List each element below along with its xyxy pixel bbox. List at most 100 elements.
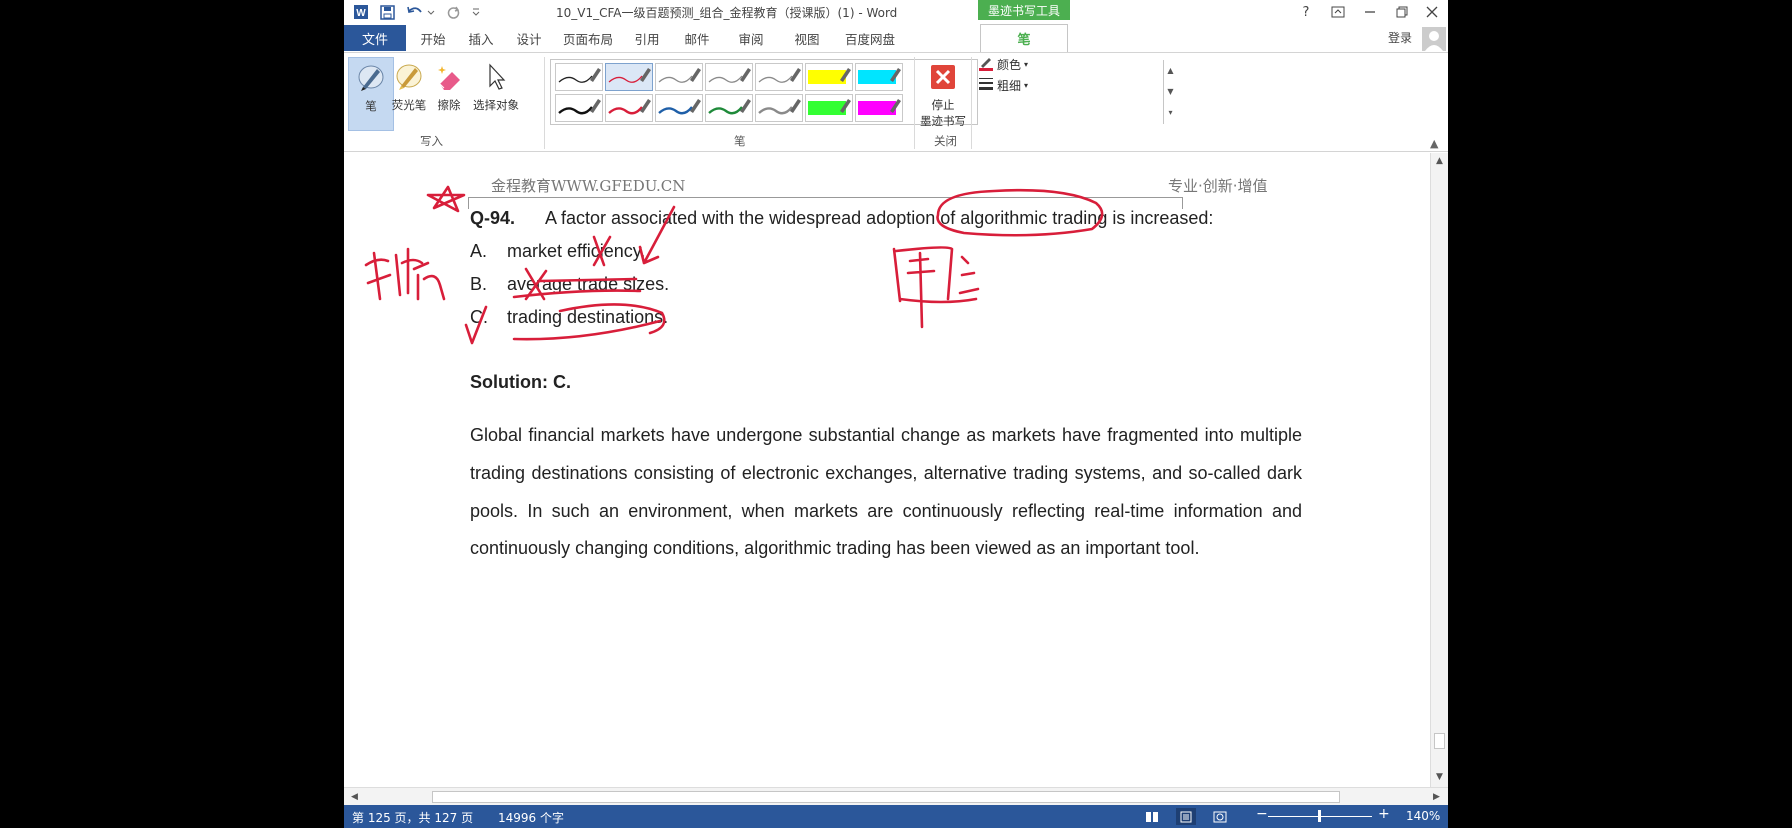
word-window: W 10_V1_CFA一级百题预测_组合_金程教育（授课版）(1) - Word…	[344, 0, 1448, 828]
color-dropdown-icon: ▾	[1024, 60, 1029, 69]
pen-swatch[interactable]	[705, 94, 753, 122]
ink-strike-b	[538, 277, 638, 283]
scroll-right-icon[interactable]: ▶	[1428, 789, 1445, 805]
minimize-icon[interactable]	[1354, 0, 1386, 24]
tab-pen[interactable]: 笔	[980, 24, 1068, 52]
pen-swatch[interactable]	[655, 94, 703, 122]
read-mode-icon[interactable]	[1142, 808, 1162, 825]
print-layout-icon[interactable]	[1176, 808, 1196, 825]
title-bar: W 10_V1_CFA一级百题预测_组合_金程教育（授课版）(1) - Word…	[344, 0, 1448, 24]
ink-tools-context-label: 墨迹书写工具	[978, 0, 1070, 20]
pen-swatch[interactable]	[555, 94, 603, 122]
thickness-label: 粗细	[997, 79, 1022, 93]
save-icon[interactable]	[376, 1, 398, 23]
tab-design[interactable]: 设计	[506, 27, 552, 49]
ribbon-display-options-icon[interactable]	[1322, 0, 1354, 24]
stop-inking-icon	[930, 57, 956, 97]
word-logo-icon: W	[350, 1, 372, 23]
horizontal-scrollbar[interactable]: ◀ ▶	[344, 787, 1448, 805]
eraser-icon	[434, 57, 464, 97]
ink-arrow-to-a	[638, 205, 676, 265]
pen-swatch[interactable]	[805, 63, 853, 91]
horizontal-scroll-thumb[interactable]	[432, 791, 1340, 803]
ink-x-mark-a	[592, 235, 612, 267]
document-title: 10_V1_CFA一级百题预测_组合_金程教育（授课版）(1) - Word	[556, 6, 898, 20]
close-window-icon[interactable]	[1416, 0, 1448, 24]
sign-in-link[interactable]: 登录	[1388, 29, 1412, 46]
help-button[interactable]: ?	[1290, 0, 1322, 24]
thickness-icon	[978, 77, 994, 94]
ink-annotations	[364, 185, 1104, 345]
ink-chinese-note-right	[892, 246, 980, 329]
ink-check-c	[464, 305, 488, 345]
highlighter-tool-label: 荧光笔	[391, 98, 427, 112]
web-layout-icon[interactable]	[1210, 808, 1230, 825]
gallery-up-icon[interactable]: ▲	[1164, 60, 1177, 81]
ribbon-group-divider	[544, 57, 545, 149]
pen-swatch[interactable]	[855, 63, 903, 91]
vertical-scroll-thumb[interactable]	[1434, 733, 1445, 749]
ink-chinese-note-left	[364, 247, 446, 301]
redo-icon[interactable]	[442, 1, 464, 23]
scroll-down-icon[interactable]: ▼	[1431, 769, 1448, 785]
gallery-down-icon[interactable]: ▼	[1164, 81, 1177, 102]
scroll-up-icon[interactable]: ▲	[1431, 153, 1448, 169]
scroll-left-icon[interactable]: ◀	[346, 789, 363, 805]
ink-ellipse-c	[558, 303, 666, 335]
select-objects-label: 选择对象	[473, 98, 519, 112]
thickness-dropdown-icon: ▾	[1024, 81, 1029, 90]
gallery-more-icon[interactable]: ▾	[1164, 102, 1177, 123]
restore-icon[interactable]	[1386, 0, 1418, 24]
eraser-tool-button[interactable]: 擦除	[426, 57, 472, 131]
tab-references[interactable]: 引用	[624, 27, 670, 49]
select-objects-button[interactable]: 选择对象	[468, 57, 524, 131]
status-bar: 第 125 页，共 127 页 14996 个字 − + 140%	[344, 805, 1448, 828]
gallery-scroll: ▲ ▼ ▾	[1163, 60, 1177, 124]
stop-inking-label-line1: 停止	[931, 98, 955, 112]
tab-mailings[interactable]: 邮件	[674, 27, 720, 49]
ribbon: 笔 荧光笔 擦除 选择对象 写入 ▲ ▼ ▾ 颜色 ▾ 粗细 ▾ 笔 停止 墨迹…	[344, 52, 1448, 152]
tab-home[interactable]: 开始	[410, 27, 456, 49]
pen-swatch[interactable]	[605, 94, 653, 122]
zoom-in-button[interactable]: +	[1378, 806, 1390, 822]
pen-swatch[interactable]	[855, 94, 903, 122]
ribbon-tabs: 文件 开始 插入 设计 页面布局 引用 邮件 审阅 视图 百度网盘 笔 登录	[344, 24, 1448, 52]
pen-group-label: 笔	[734, 134, 746, 148]
customize-qat-icon[interactable]	[468, 1, 484, 23]
ink-star-mark	[426, 185, 466, 213]
pen-tool-label: 笔	[365, 99, 377, 113]
pen-swatch[interactable]	[705, 63, 753, 91]
tab-page-layout[interactable]: 页面布局	[556, 27, 620, 49]
ink-underline-c	[512, 319, 662, 341]
zoom-slider-thumb[interactable]	[1318, 810, 1321, 822]
pen-swatch[interactable]	[755, 94, 803, 122]
collapse-ribbon-icon[interactable]: ▲	[1430, 137, 1438, 150]
pen-swatch[interactable]	[605, 63, 653, 91]
page-count[interactable]: 第 125 页，共 127 页	[352, 809, 473, 826]
undo-icon[interactable]	[404, 1, 438, 23]
pen-swatch[interactable]	[555, 63, 603, 91]
pen-swatch[interactable]	[755, 63, 803, 91]
svg-text:W: W	[356, 8, 366, 19]
pen-swatch[interactable]	[805, 94, 853, 122]
tab-baidu-netdisk[interactable]: 百度网盘	[838, 27, 902, 49]
color-label: 颜色	[997, 58, 1022, 72]
stop-inking-label-line2: 墨迹书写	[920, 114, 966, 128]
word-count[interactable]: 14996 个字	[498, 809, 564, 826]
stop-inking-button[interactable]: 停止 墨迹书写	[918, 57, 968, 131]
avatar[interactable]	[1422, 27, 1446, 51]
close-group-label: 关闭	[934, 134, 957, 148]
pen-swatch[interactable]	[655, 63, 703, 91]
tab-view[interactable]: 视图	[784, 27, 830, 49]
ribbon-group-divider	[971, 57, 972, 149]
color-button[interactable]: 颜色 ▾	[978, 55, 1028, 74]
document-page[interactable]: 金程教育WWW.GFEDU.CN 专业·创新·增值 Q-94. A factor…	[344, 153, 1430, 787]
zoom-out-button[interactable]: −	[1256, 806, 1268, 822]
vertical-scrollbar[interactable]: ▲ ▼	[1430, 153, 1448, 787]
zoom-level[interactable]: 140%	[1406, 809, 1440, 823]
thickness-button[interactable]: 粗细 ▾	[978, 77, 1028, 94]
cursor-arrow-icon	[484, 57, 508, 97]
tab-file[interactable]: 文件	[344, 25, 406, 51]
tab-insert[interactable]: 插入	[458, 27, 504, 49]
tab-review[interactable]: 审阅	[728, 27, 774, 49]
